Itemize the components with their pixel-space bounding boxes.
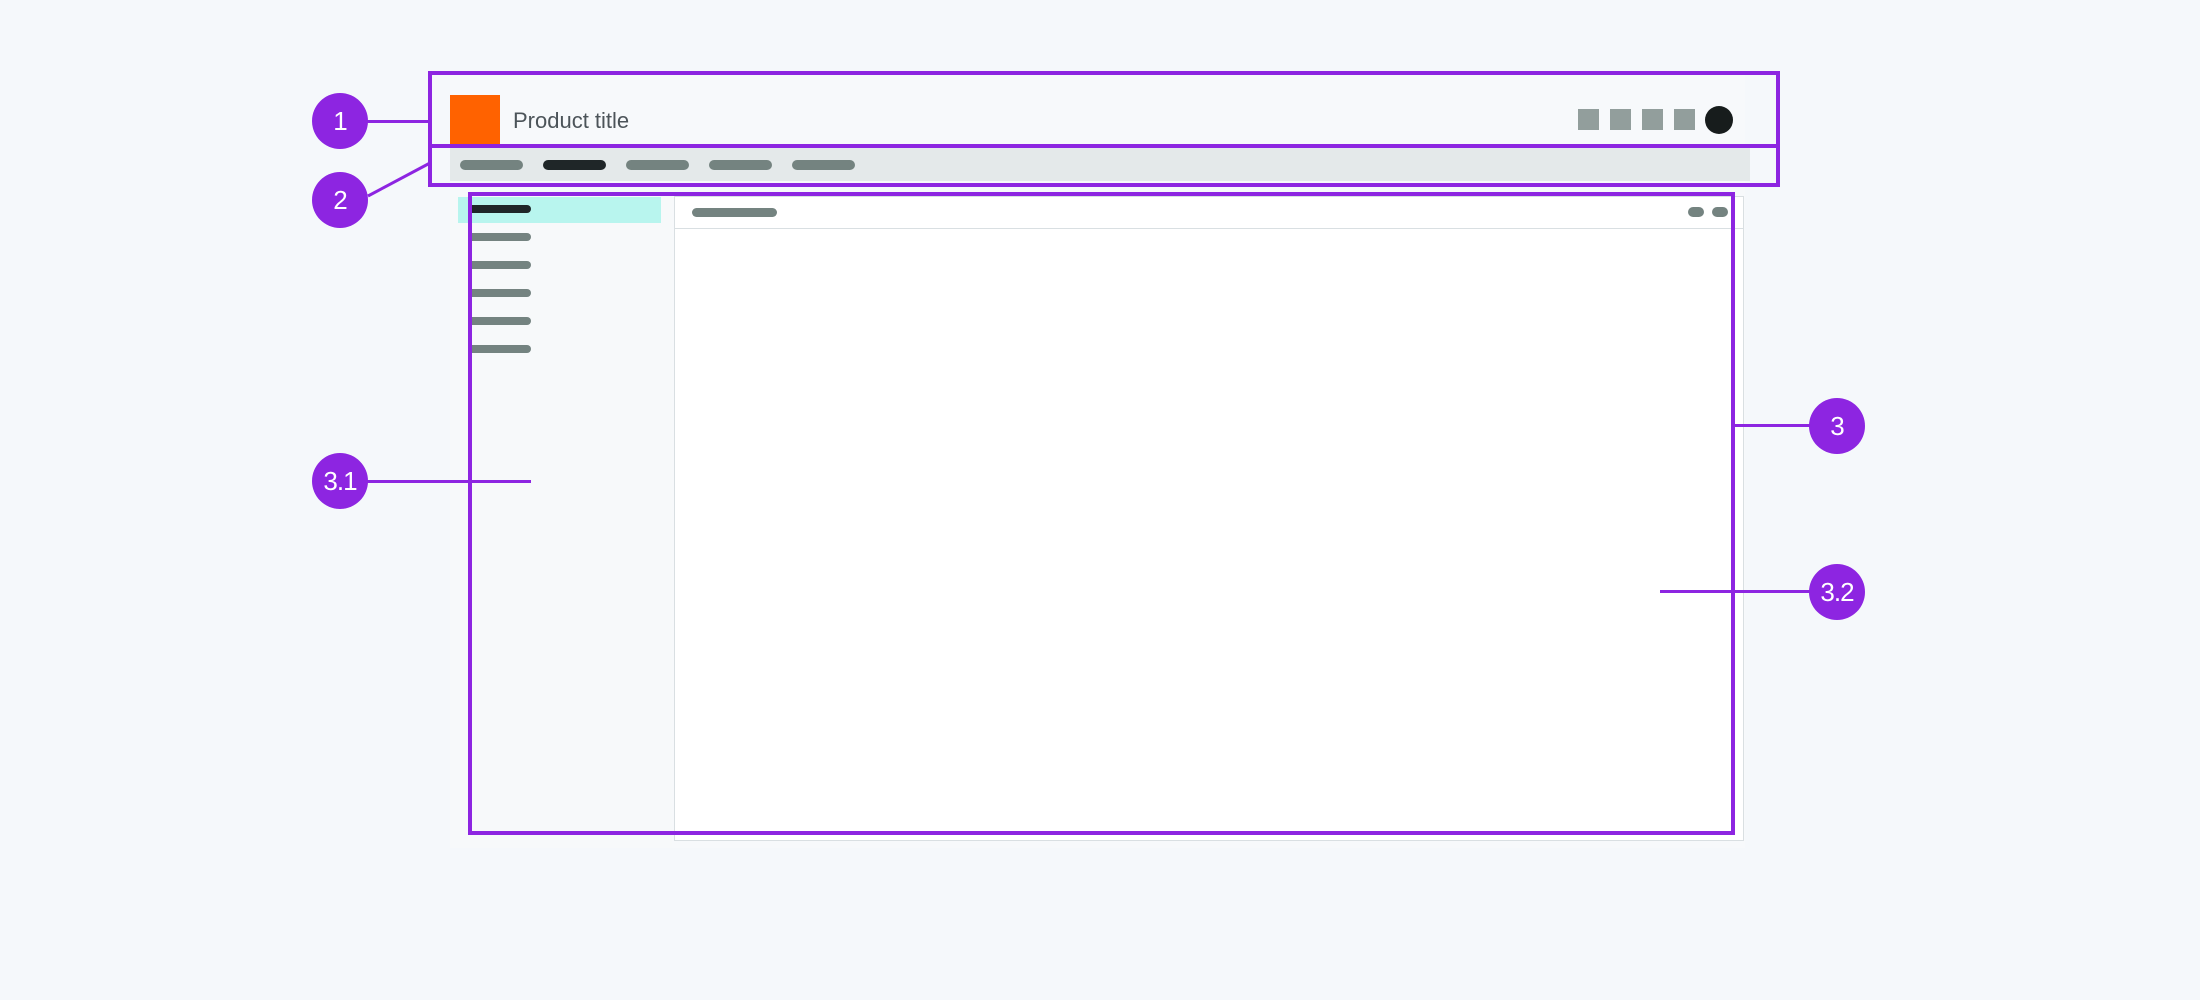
leader-line-3-2 xyxy=(1660,590,1811,593)
callout-badge-3-1: 3.1 xyxy=(312,453,368,509)
callout-badge-1: 1 xyxy=(312,93,368,149)
callout-badge-3: 3 xyxy=(1809,398,1865,454)
callout-badge-2: 2 xyxy=(312,172,368,228)
leader-line-3 xyxy=(1735,424,1811,427)
callout-badge-3-2: 3.2 xyxy=(1809,564,1865,620)
leader-line-3-1 xyxy=(365,480,531,483)
